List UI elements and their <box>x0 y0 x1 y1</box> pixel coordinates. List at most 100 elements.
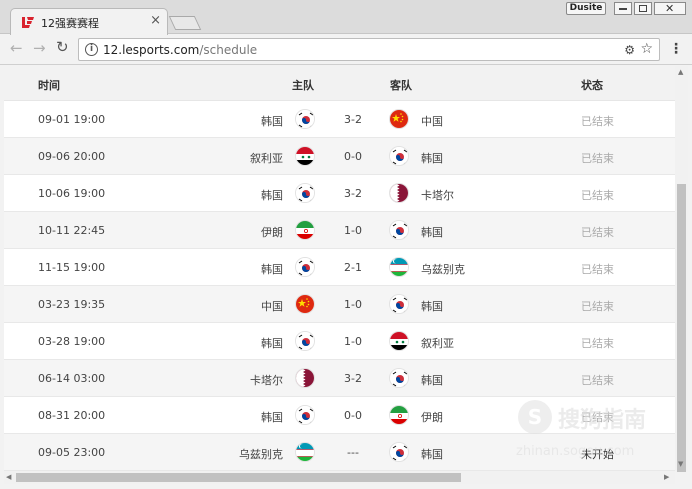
home-team: 韩国 <box>261 411 283 424</box>
away-team: 中国 <box>421 115 443 128</box>
user-badge[interactable]: Dusite <box>566 2 606 15</box>
tab-strip: 12强赛赛程 × Dusite ✕ <box>0 0 692 35</box>
match-time: 09-01 19:00 <box>38 113 106 126</box>
away-team: 韩国 <box>421 448 443 461</box>
away-team: 韩国 <box>421 374 443 387</box>
address-bar[interactable]: i 12.lesports.com/schedule ⚙ ☆ <box>78 38 660 61</box>
browser-toolbar: ← → ↻ i 12.lesports.com/schedule ⚙ ☆ ⋮ <box>0 35 692 65</box>
away-team: 韩国 <box>421 152 443 165</box>
away-flag-icon <box>389 368 409 388</box>
match-score: 0-0 <box>344 150 362 163</box>
away-flag-icon <box>389 331 409 351</box>
url-text[interactable]: 12.lesports.com/schedule <box>103 43 257 57</box>
away-flag-icon <box>389 294 409 314</box>
table-row[interactable]: 03-23 19:35 中国 1-0 韩国 已结束 <box>4 286 675 323</box>
scroll-down-icon[interactable]: ▼ <box>678 460 683 468</box>
away-team: 卡塔尔 <box>421 189 454 202</box>
menu-icon[interactable]: ⋮ <box>669 41 683 57</box>
watermark-text: 搜狗指南 <box>558 408 647 433</box>
close-icon: ✕ <box>665 2 675 15</box>
maximize-icon <box>639 5 647 12</box>
match-time: 09-06 20:00 <box>38 150 106 163</box>
home-flag-icon <box>295 294 315 314</box>
minimize-icon <box>619 8 627 10</box>
match-score: 1-0 <box>344 335 362 348</box>
home-flag-icon <box>295 220 315 240</box>
away-flag-icon <box>389 257 409 277</box>
match-status: 已结束 <box>581 152 614 165</box>
close-tab-icon[interactable]: × <box>150 13 161 28</box>
home-flag-icon <box>295 257 315 277</box>
vertical-scrollbar[interactable]: ▲ ▼ <box>675 66 688 472</box>
match-time: 06-14 03:00 <box>38 372 106 385</box>
star-icon[interactable]: ☆ <box>640 41 653 57</box>
table-row[interactable]: 10-06 19:00 韩国 3-2 卡塔尔 已结束 <box>4 175 675 212</box>
extension-icon[interactable]: ⚙ <box>624 43 635 57</box>
minimize-button[interactable] <box>614 2 632 15</box>
away-flag-icon <box>389 405 409 425</box>
home-flag-icon <box>295 442 315 462</box>
away-team: 乌兹别克 <box>421 263 465 276</box>
table-row[interactable]: 09-06 20:00 叙利亚 0-0 韩国 已结束 <box>4 138 675 175</box>
match-time: 11-15 19:00 <box>38 261 106 274</box>
home-team: 卡塔尔 <box>250 374 283 387</box>
match-score: 2-1 <box>344 261 362 274</box>
reload-icon[interactable]: ↻ <box>56 38 69 56</box>
window-close-button[interactable]: ✕ <box>654 2 686 15</box>
match-status: 已结束 <box>581 115 614 128</box>
scroll-left-icon[interactable]: ◀ <box>6 473 11 481</box>
header-home: 主队 <box>292 79 314 92</box>
home-flag-icon <box>295 405 315 425</box>
match-score: --- <box>347 446 359 459</box>
table-row[interactable]: 03-28 19:00 韩国 1-0 叙利亚 已结束 <box>4 323 675 360</box>
browser-tab[interactable]: 12强赛赛程 × <box>10 8 168 35</box>
match-time: 10-11 22:45 <box>38 224 106 237</box>
away-team: 伊朗 <box>421 411 443 424</box>
match-status: 已结束 <box>581 374 614 387</box>
away-flag-icon <box>389 442 409 462</box>
table-row[interactable]: 09-01 19:00 韩国 3-2 中国 已结束 <box>4 101 675 138</box>
forward-icon[interactable]: → <box>33 39 46 57</box>
match-status: 已结束 <box>581 263 614 276</box>
table-row[interactable]: 11-15 19:00 韩国 2-1 乌兹别克 已结束 <box>4 249 675 286</box>
horizontal-scrollbar[interactable]: ◀ ▶ <box>4 471 675 484</box>
away-team: 叙利亚 <box>421 337 454 350</box>
new-tab-button[interactable] <box>168 16 202 30</box>
away-team: 韩国 <box>421 300 443 313</box>
home-team: 韩国 <box>261 337 283 350</box>
table-header: 时间 主队 客队 状态 <box>4 66 675 101</box>
home-team: 中国 <box>261 300 283 313</box>
horizontal-scroll-thumb[interactable] <box>16 473 461 482</box>
match-time: 08-31 20:00 <box>38 409 106 422</box>
info-icon[interactable]: i <box>85 43 98 56</box>
home-flag-icon <box>295 331 315 351</box>
match-score: 1-0 <box>344 298 362 311</box>
home-team: 韩国 <box>261 189 283 202</box>
home-flag-icon <box>295 146 315 166</box>
back-icon[interactable]: ← <box>10 39 23 57</box>
table-row[interactable]: 10-11 22:45 伊朗 1-0 韩国 已结束 <box>4 212 675 249</box>
home-flag-icon <box>295 368 315 388</box>
match-score: 3-2 <box>344 187 362 200</box>
away-flag-icon <box>389 220 409 240</box>
table-row[interactable]: 06-14 03:00 卡塔尔 3-2 韩国 已结束 <box>4 360 675 397</box>
home-flag-icon <box>295 183 315 203</box>
vertical-scroll-thumb[interactable] <box>677 184 686 472</box>
header-time: 时间 <box>38 79 60 92</box>
match-score: 3-2 <box>344 372 362 385</box>
maximize-button[interactable] <box>634 2 652 15</box>
scroll-right-icon[interactable]: ▶ <box>664 473 669 481</box>
match-status: 已结束 <box>581 300 614 313</box>
header-status: 状态 <box>581 79 603 92</box>
away-team: 韩国 <box>421 226 443 239</box>
scroll-up-icon[interactable]: ▲ <box>678 68 683 76</box>
match-score: 1-0 <box>344 224 362 237</box>
away-flag-icon <box>389 109 409 129</box>
url-host: 12.lesports.com <box>103 43 200 57</box>
watermark-logo: S <box>518 400 552 434</box>
match-time: 09-05 23:00 <box>38 446 106 459</box>
match-time: 10-06 19:00 <box>38 187 106 200</box>
away-flag-icon <box>389 183 409 203</box>
match-status: 已结束 <box>581 189 614 202</box>
match-score: 0-0 <box>344 409 362 422</box>
